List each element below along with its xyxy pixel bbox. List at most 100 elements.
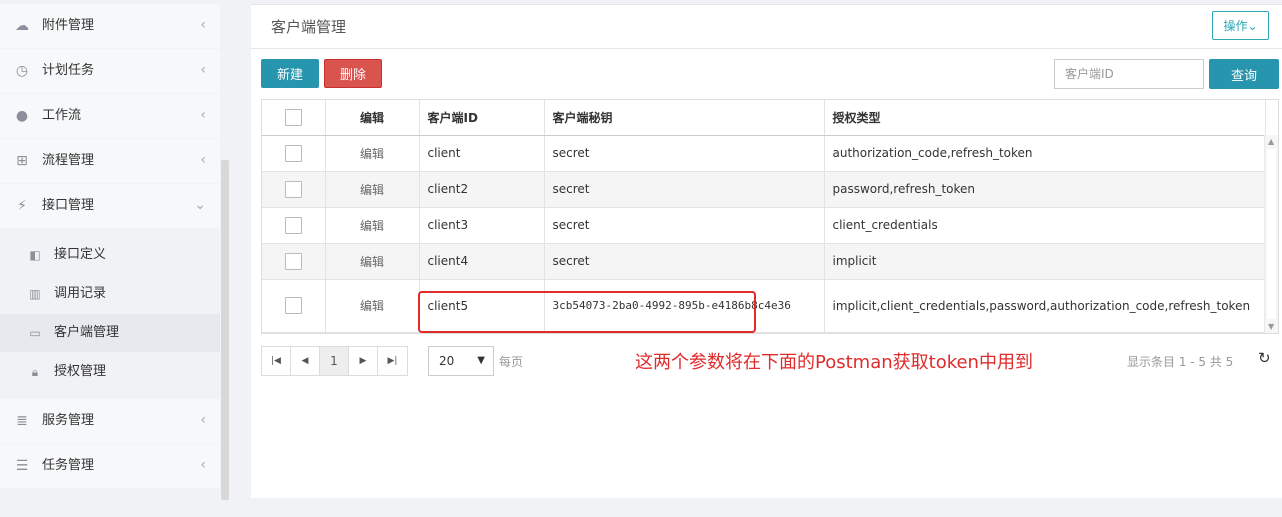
edit-link[interactable]: 编辑	[360, 219, 384, 233]
table-row[interactable]: 编辑 client4 secret implicit	[262, 243, 1266, 280]
sidebar-subitem-call-log[interactable]: ▥ 调用记录	[0, 275, 220, 313]
caret-down-icon: ▼	[477, 355, 485, 366]
sidebar-item-label: 流程管理	[42, 153, 95, 168]
server-icon: ≣	[16, 413, 28, 429]
next-page-button[interactable]: ▶	[349, 347, 378, 375]
prev-page-button[interactable]: ◀	[291, 347, 320, 375]
sidebar-item-label: 附件管理	[42, 18, 95, 33]
sidebar-item-workflow[interactable]: ● 工作流 ‹	[0, 94, 220, 138]
last-page-button[interactable]: ▶|	[378, 347, 407, 375]
row-checkbox[interactable]	[284, 297, 302, 314]
sidebar-item-label: 服务管理	[42, 413, 95, 428]
grant-type-cell: authorization_code,refresh_token	[824, 135, 1266, 172]
chevron-left-icon: ‹	[200, 17, 206, 33]
edit-link[interactable]: 编辑	[360, 183, 384, 197]
sidebar-item-label: 工作流	[42, 108, 82, 123]
lock-icon: 🔒︎	[31, 365, 39, 379]
sidebar-subitem-label: 调用记录	[54, 286, 107, 301]
client-secret-cell: secret	[544, 171, 825, 208]
cloud-upload-icon: ☁	[15, 18, 29, 34]
first-page-button[interactable]: |◀	[262, 347, 291, 375]
main-panel: 客户端管理 操作⌄ 新建 删除 查询 编辑 客户端ID 客户端秘钥 授权类型	[251, 4, 1282, 498]
tasks-icon: ☰	[15, 458, 29, 474]
user-icon: ●	[15, 108, 29, 124]
table-row[interactable]: 编辑 client secret authorization_code,refr…	[262, 135, 1266, 172]
query-button[interactable]: 查询	[1209, 59, 1279, 89]
sidebar-subitem-authorization[interactable]: 🔒︎ 授权管理	[0, 353, 220, 391]
divider	[251, 48, 1282, 49]
page-title: 客户端管理	[271, 18, 347, 36]
grant-type-cell: implicit,client_credentials,password,aut…	[824, 279, 1266, 333]
grant-type-cell: client_credentials	[824, 207, 1266, 244]
edit-link[interactable]: 编辑	[360, 299, 384, 313]
select-all-checkbox[interactable]	[284, 108, 302, 126]
share-icon: ◧	[29, 248, 41, 262]
current-page-button[interactable]: 1	[320, 347, 349, 375]
scroll-up-icon[interactable]: ▲	[1268, 137, 1274, 146]
annotation-text: 这两个参数将在下面的Postman获取token中用到	[635, 352, 1033, 373]
bar-chart-icon: ▥	[29, 287, 41, 301]
grant-type-cell: implicit	[824, 243, 1266, 280]
sidebar-item-tasks[interactable]: ☰ 任务管理 ‹	[0, 444, 220, 488]
chevron-left-icon: ‹	[200, 412, 206, 428]
laptop-icon: ▭	[29, 326, 41, 340]
column-header-edit[interactable]: 编辑	[325, 100, 420, 136]
edit-link[interactable]: 编辑	[360, 147, 384, 161]
chevron-left-icon: ‹	[200, 457, 206, 473]
pager-info: 显示条目 1 - 5 共 5	[1127, 355, 1234, 369]
client-id-cell: client4	[419, 243, 545, 280]
client-id-cell: client3	[419, 207, 545, 244]
sidebar-item-interface[interactable]: ⚡ 接口管理 ⌄	[0, 184, 220, 228]
row-checkbox[interactable]	[284, 144, 302, 162]
client-table: 编辑 客户端ID 客户端秘钥 授权类型 编辑 client secret aut…	[261, 99, 1279, 334]
client-secret-cell: secret	[544, 243, 825, 280]
sidebar-item-process[interactable]: ⊞ 流程管理 ‹	[0, 139, 220, 183]
page-size-value: 20	[439, 354, 455, 368]
sidebar-item-scheduled-tasks[interactable]: ◷ 计划任务 ‹	[0, 49, 220, 93]
sidebar-subitem-label: 接口定义	[54, 247, 107, 262]
client-secret-cell: secret	[544, 207, 825, 244]
page-size-select[interactable]: 20 ▼	[428, 346, 494, 376]
client-id-cell: client2	[419, 171, 545, 208]
client-id-search-input[interactable]	[1054, 59, 1204, 89]
sitemap-icon: ⊞	[16, 153, 28, 169]
delete-button[interactable]: 删除	[324, 59, 382, 88]
pagination: |◀ ◀ 1 ▶ ▶|	[261, 346, 408, 376]
row-checkbox[interactable]	[284, 216, 302, 234]
sidebar-subitem-label: 客户端管理	[54, 325, 120, 340]
client-secret-cell: secret	[544, 135, 825, 172]
scrollbar-thumb[interactable]	[1267, 149, 1276, 319]
sidebar-item-service[interactable]: ≣ 服务管理 ‹	[0, 399, 220, 443]
grant-type-cell: password,refresh_token	[824, 171, 1266, 208]
row-checkbox[interactable]	[284, 252, 302, 270]
column-header-client-id[interactable]: 客户端ID	[419, 100, 545, 136]
per-page-label: 每页	[499, 355, 524, 369]
chevron-left-icon: ‹	[200, 62, 206, 78]
sidebar-item-label: 接口管理	[42, 198, 95, 213]
column-header-grant-type[interactable]: 授权类型	[824, 100, 1266, 136]
sidebar-item-attachments[interactable]: ☁ 附件管理 ‹	[0, 4, 220, 48]
table-row[interactable]: 编辑 client3 secret client_credentials	[262, 207, 1266, 244]
column-header-client-secret[interactable]: 客户端秘钥	[544, 100, 825, 136]
sidebar: ☁ 附件管理 ‹ ◷ 计划任务 ‹ ● 工作流 ‹ ⊞ 流程管理 ‹ ⚡ 接口管…	[0, 0, 230, 517]
sidebar-subitem-interface-def[interactable]: ◧ 接口定义	[0, 236, 220, 274]
row-checkbox[interactable]	[284, 180, 302, 198]
chevron-left-icon: ‹	[200, 152, 206, 168]
sidebar-scrollbar[interactable]	[221, 160, 229, 500]
clock-icon: ◷	[15, 63, 29, 79]
highlight-box	[418, 291, 756, 333]
chevron-left-icon: ‹	[200, 107, 206, 123]
scroll-down-icon[interactable]: ▼	[1268, 322, 1274, 331]
edit-link[interactable]: 编辑	[360, 255, 384, 269]
sidebar-item-label: 任务管理	[42, 458, 95, 473]
chevron-down-icon: ⌄	[194, 197, 206, 213]
new-button[interactable]: 新建	[261, 59, 319, 88]
sidebar-item-label: 计划任务	[42, 63, 95, 78]
refresh-icon[interactable]: ↻	[1258, 349, 1271, 367]
table-scrollbar[interactable]: ▲ ▼	[1264, 135, 1278, 333]
sidebar-subitem-client-management[interactable]: ▭ 客户端管理	[0, 314, 220, 352]
table-row[interactable]: 编辑 client2 secret password,refresh_token	[262, 171, 1266, 208]
table-row[interactable]: 编辑 client5 3cb54073-2ba0-4992-895b-e4186…	[262, 279, 1266, 333]
operations-dropdown-button[interactable]: 操作⌄	[1212, 11, 1269, 40]
table-header-row: 编辑 客户端ID 客户端秘钥 授权类型	[262, 100, 1266, 136]
